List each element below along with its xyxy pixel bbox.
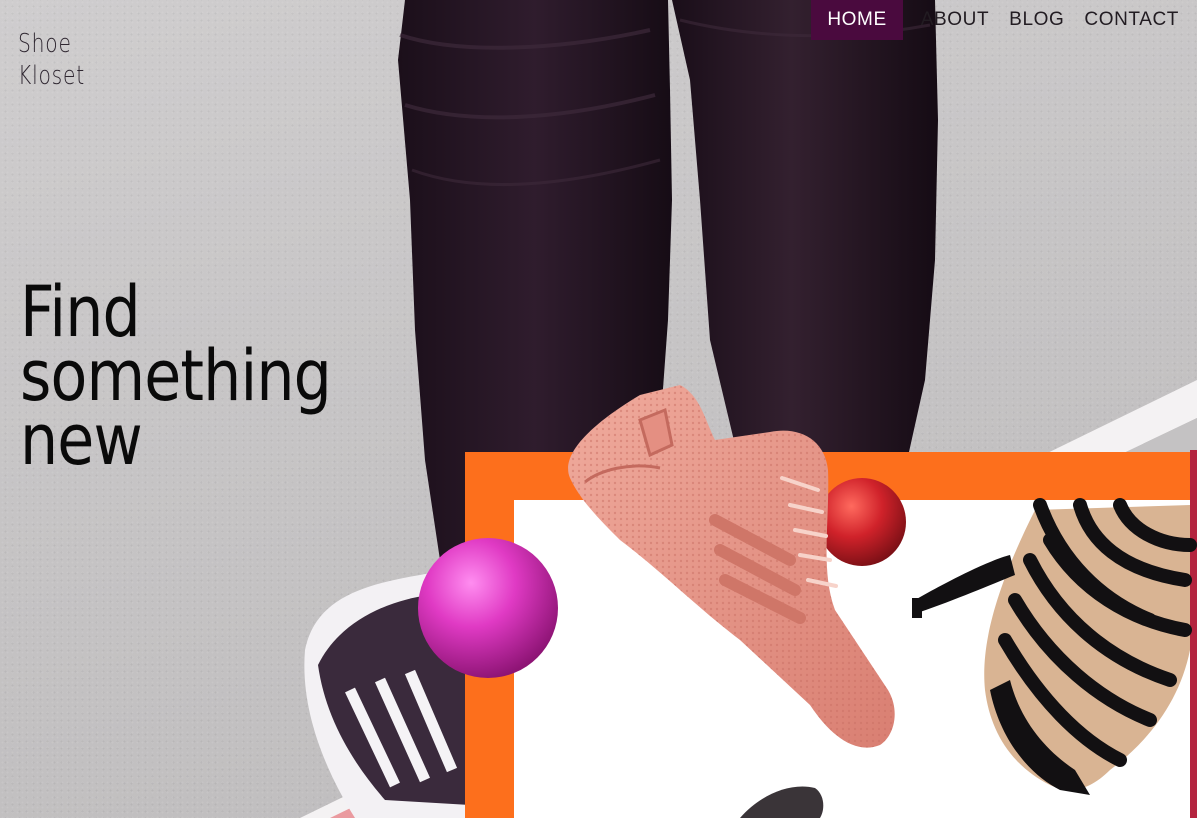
- nav-home[interactable]: HOME: [811, 0, 903, 40]
- main-nav: HOME ABOUT BLOG CONTACT: [811, 0, 1189, 40]
- nav-about[interactable]: ABOUT: [911, 0, 999, 40]
- hero-line-3: new: [20, 399, 143, 481]
- black-heel-image: [912, 498, 1197, 795]
- logo-line-1: Shoe: [18, 29, 72, 59]
- nav-blog[interactable]: BLOG: [999, 0, 1074, 40]
- pink-sneaker-image: [568, 385, 895, 748]
- dark-shoe-image: [740, 786, 824, 818]
- nav-contact[interactable]: CONTACT: [1074, 0, 1189, 40]
- site-logo[interactable]: Shoe Kloset: [18, 28, 85, 92]
- hero-headline: Find something new: [20, 277, 332, 481]
- red-sphere: [818, 478, 906, 566]
- logo-line-2: Kloset: [18, 61, 86, 91]
- magenta-sphere: [418, 538, 558, 678]
